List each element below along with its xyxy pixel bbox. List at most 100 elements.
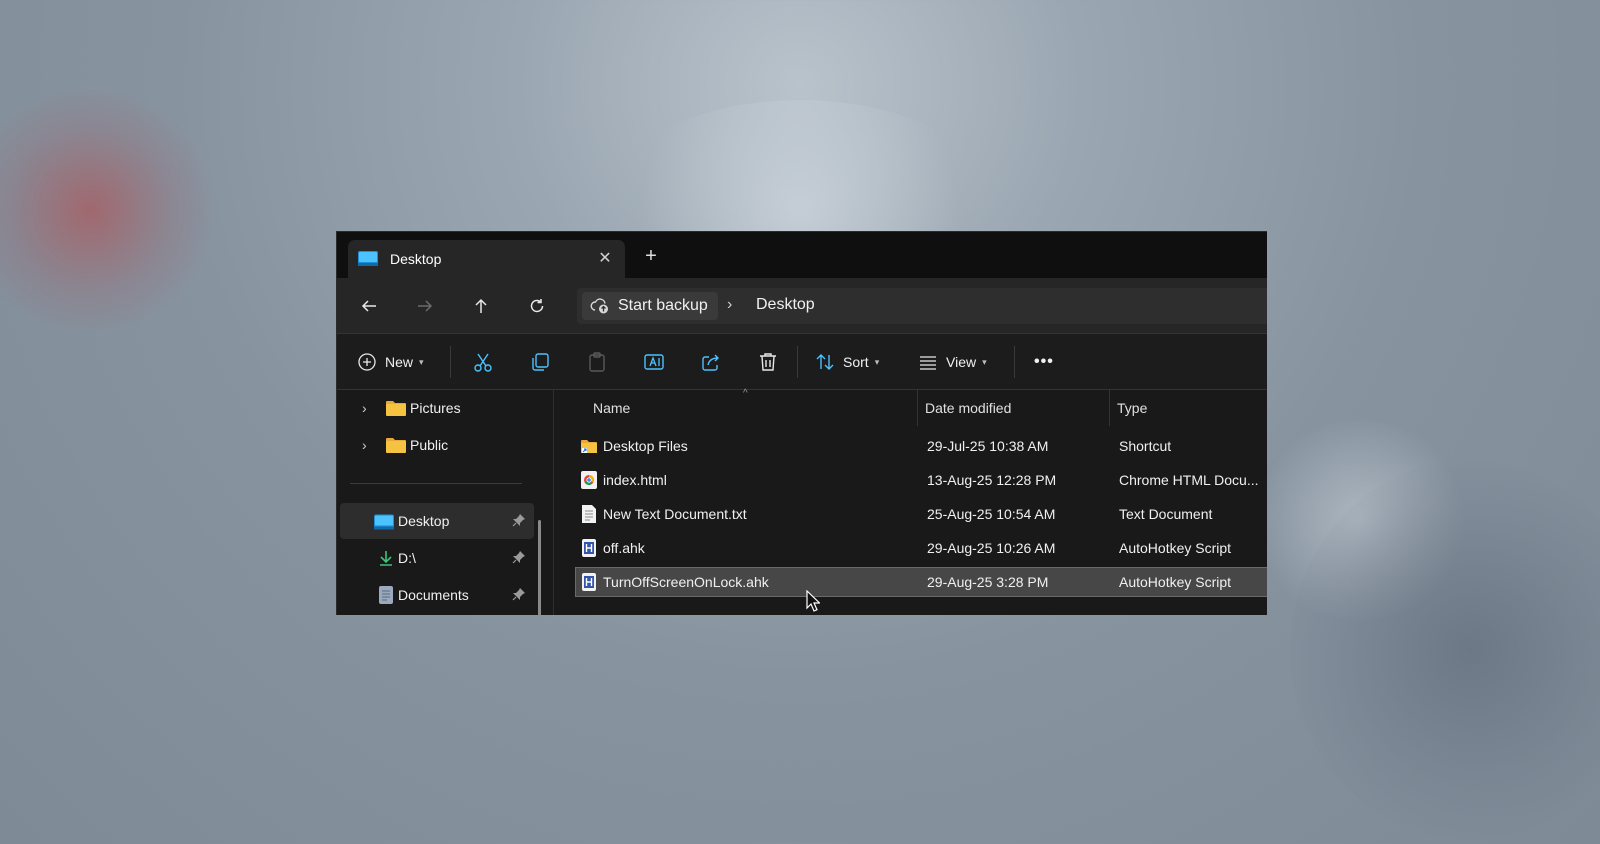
sidebar-item-label: Pictures [410, 400, 461, 416]
plus-icon[interactable]: + [640, 245, 662, 267]
file-date: 29-Jul-25 10:38 AM [927, 438, 1049, 454]
sort-button[interactable]: Sort ▾ [815, 346, 879, 378]
sidebar-item-label: D:\ [398, 550, 416, 566]
desktop-icon [374, 514, 394, 530]
sidebar-item-label: Documents [398, 587, 469, 603]
column-header-type[interactable]: Type [1117, 390, 1147, 426]
sort-indicator: ^ [743, 388, 748, 399]
back-button[interactable] [353, 290, 385, 322]
cloud-backup-icon [590, 298, 608, 314]
sidebar-scrollbar[interactable] [538, 520, 541, 615]
folder-icon [386, 401, 406, 416]
document-icon [379, 586, 393, 604]
refresh-icon [530, 299, 544, 313]
copy-button[interactable] [529, 346, 551, 378]
forward-button[interactable] [409, 290, 441, 322]
ahk-icon [582, 539, 596, 557]
more-icon[interactable]: ••• [1034, 346, 1054, 378]
folder-icon [386, 438, 406, 453]
tab-bar: Desktop ✕ + [337, 232, 1267, 278]
file-explorer-window: Desktop ✕ + Start backup › Desktop New ▾… [336, 231, 1267, 615]
file-name: off.ahk [603, 540, 645, 556]
mouse-pointer-icon [806, 590, 820, 612]
column-divider[interactable] [917, 390, 918, 426]
file-date: 29-Aug-25 10:26 AM [927, 540, 1056, 556]
column-divider[interactable] [1109, 390, 1110, 426]
file-type: AutoHotkey Script [1119, 540, 1232, 556]
table-row[interactable]: index.html 13-Aug-25 12:28 PM Chrome HTM… [575, 465, 1267, 495]
toolbar-divider [450, 346, 451, 378]
address-bar[interactable]: Start backup › Desktop [577, 288, 1267, 324]
table-row[interactable]: off.ahk 29-Aug-25 10:26 AM AutoHotkey Sc… [575, 533, 1267, 563]
cut-icon [474, 353, 492, 372]
sidebar-item-pictures[interactable]: › Pictures [340, 390, 534, 426]
file-name: New Text Document.txt [603, 506, 747, 522]
delete-icon [760, 353, 776, 371]
up-button[interactable] [465, 290, 497, 322]
arrow-up-icon [475, 298, 487, 313]
share-icon [702, 354, 719, 371]
file-date: 29-Aug-25 3:28 PM [927, 574, 1049, 590]
sidebar-item-documents[interactable]: Documents [340, 577, 534, 613]
rename-icon [644, 354, 664, 370]
file-name: TurnOffScreenOnLock.ahk [603, 574, 769, 590]
refresh-button[interactable] [521, 290, 553, 322]
sort-icon [816, 354, 834, 370]
arrow-left-icon [361, 300, 376, 312]
navigation-pane: › Pictures › Public Desktop D:\ Document… [337, 390, 554, 615]
chevron-right-icon: › [727, 296, 733, 313]
paste-button[interactable] [586, 346, 608, 378]
table-row[interactable]: New Text Document.txt 25-Aug-25 10:54 AM… [575, 499, 1267, 529]
start-backup-button[interactable]: Start backup [582, 292, 718, 320]
pin-icon[interactable] [512, 513, 526, 527]
new-button[interactable]: New ▾ [357, 346, 424, 378]
tab-desktop[interactable]: Desktop ✕ [348, 240, 625, 278]
chevron-right-icon[interactable]: › [362, 437, 367, 453]
copy-icon [532, 353, 549, 371]
column-header-date[interactable]: Date modified [925, 390, 1011, 426]
navigation-bar: Start backup › Desktop [337, 278, 1267, 334]
chevron-right-icon[interactable]: › [362, 400, 367, 416]
file-type: Chrome HTML Docu... [1119, 472, 1259, 488]
paste-icon [589, 352, 605, 372]
share-button[interactable] [700, 346, 722, 378]
column-header-name[interactable]: Name [593, 390, 630, 426]
sidebar-item-public[interactable]: › Public [340, 427, 534, 463]
command-bar: New ▾ Sort ▾ View ▾ ••• [337, 334, 1267, 390]
sidebar-item-label: Public [410, 437, 449, 453]
file-name: index.html [603, 472, 667, 488]
delete-button[interactable] [757, 346, 779, 378]
pin-icon[interactable] [512, 550, 526, 564]
file-date: 13-Aug-25 12:28 PM [927, 472, 1057, 488]
sidebar-divider [350, 483, 522, 484]
sidebar-item-d-drive[interactable]: D:\ [340, 540, 534, 576]
toolbar-divider [797, 346, 798, 378]
chevron-down-icon: ▾ [874, 356, 880, 367]
rename-button[interactable] [643, 346, 665, 378]
table-row-selected[interactable]: TurnOffScreenOnLock.ahk 29-Aug-25 3:28 P… [575, 567, 1267, 597]
file-date: 25-Aug-25 10:54 AM [927, 506, 1056, 522]
desktop-icon [358, 251, 378, 266]
arrow-right-icon [418, 300, 433, 312]
new-label: New [385, 354, 414, 370]
view-icon [920, 356, 936, 370]
tab-title: Desktop [390, 251, 442, 267]
sidebar-item-label: Desktop [398, 513, 450, 529]
cut-button[interactable] [472, 346, 494, 378]
sort-label: Sort [843, 354, 869, 370]
backup-label: Start backup [618, 297, 708, 314]
folder-shortcut-icon [581, 440, 597, 453]
chevron-down-icon: ▾ [419, 356, 424, 367]
breadcrumb-desktop[interactable]: Desktop [756, 296, 815, 314]
view-label: View [946, 354, 977, 370]
pin-icon[interactable] [512, 587, 526, 601]
file-type: Text Document [1119, 506, 1213, 522]
toolbar-divider [1014, 346, 1015, 378]
wallpaper-blur-red [0, 90, 220, 330]
plus-circle-icon [358, 353, 376, 371]
close-icon[interactable]: ✕ [595, 248, 615, 268]
sidebar-item-desktop[interactable]: Desktop [340, 503, 534, 539]
file-type: Shortcut [1119, 438, 1172, 454]
table-row[interactable]: Desktop Files 29-Jul-25 10:38 AM Shortcu… [575, 431, 1267, 461]
view-button[interactable]: View ▾ [918, 346, 987, 378]
